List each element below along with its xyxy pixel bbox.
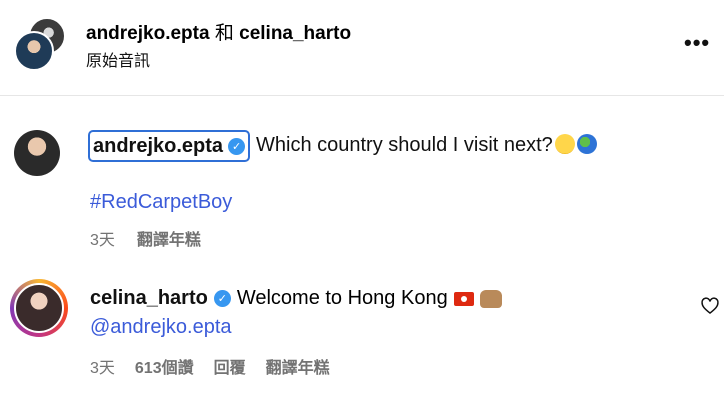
header-connector: 和 (214, 23, 234, 44)
header-user2-link[interactable]: celina_harto (239, 23, 351, 44)
post-header: andrejko.epta 和 celina_harto 原始音訊 ••• (0, 0, 724, 96)
comment-mention-link[interactable]: @andrejko.epta (90, 316, 232, 339)
comment-line: celina_harto ✓ Welcome to Hong Kong (90, 287, 502, 310)
audio-label[interactable]: 原始音訊 (86, 47, 150, 71)
caption-body: Which country should I visit next? (256, 134, 553, 156)
reply-button[interactable]: 回覆 (214, 354, 246, 378)
caption-text: Which country should I visit next? (256, 134, 597, 157)
hong-kong-flag-icon (453, 291, 474, 306)
caption-avatar[interactable] (14, 130, 60, 176)
caption-username-link[interactable]: andrejko.epta ✓ (88, 130, 251, 162)
more-options-icon[interactable]: ••• (684, 30, 710, 56)
globe-emoji-icon (576, 134, 597, 154)
comment-username[interactable]: celina_harto (90, 287, 208, 310)
comment-time[interactable]: 3天 (90, 354, 115, 378)
comment-text: Welcome to Hong Kong (236, 287, 448, 309)
header-title: andrejko.epta 和 celina_harto (86, 18, 351, 45)
comment-likes[interactable]: 613個讚 (135, 354, 194, 378)
raising-hands-icon (479, 289, 502, 308)
caption-username[interactable]: andrejko.epta (93, 135, 223, 158)
comment-meta: 3天 613個讚 回覆 翻譯年糕 (90, 354, 330, 378)
caption-meta: 3天 翻譯年糕 (90, 226, 201, 250)
caption-time[interactable]: 3天 (90, 226, 115, 250)
verified-badge-icon: ✓ (213, 290, 231, 307)
caption-translate-button[interactable]: 翻譯年糕 (137, 226, 201, 250)
like-heart-icon[interactable] (700, 296, 720, 316)
zany-face-emoji-icon (554, 134, 575, 154)
avatar-andrejko[interactable] (14, 31, 54, 71)
comment-avatar[interactable] (14, 283, 64, 333)
header-user1-link[interactable]: andrejko.epta (86, 23, 210, 44)
hashtag-link[interactable]: #RedCarpetBoy (90, 191, 232, 214)
comment-translate-button[interactable]: 翻譯年糕 (266, 354, 330, 378)
verified-badge-icon: ✓ (228, 137, 246, 155)
collab-avatars[interactable] (14, 17, 66, 71)
